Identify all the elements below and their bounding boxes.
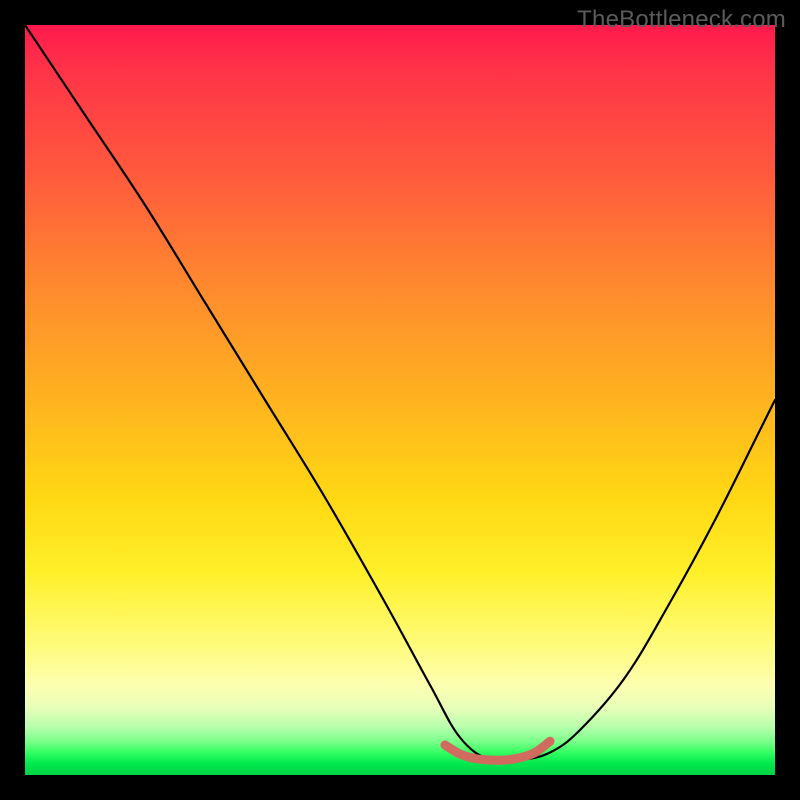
bottleneck-curve-svg [25, 25, 775, 775]
bottleneck-curve [25, 25, 775, 762]
basin-marker [445, 741, 550, 760]
